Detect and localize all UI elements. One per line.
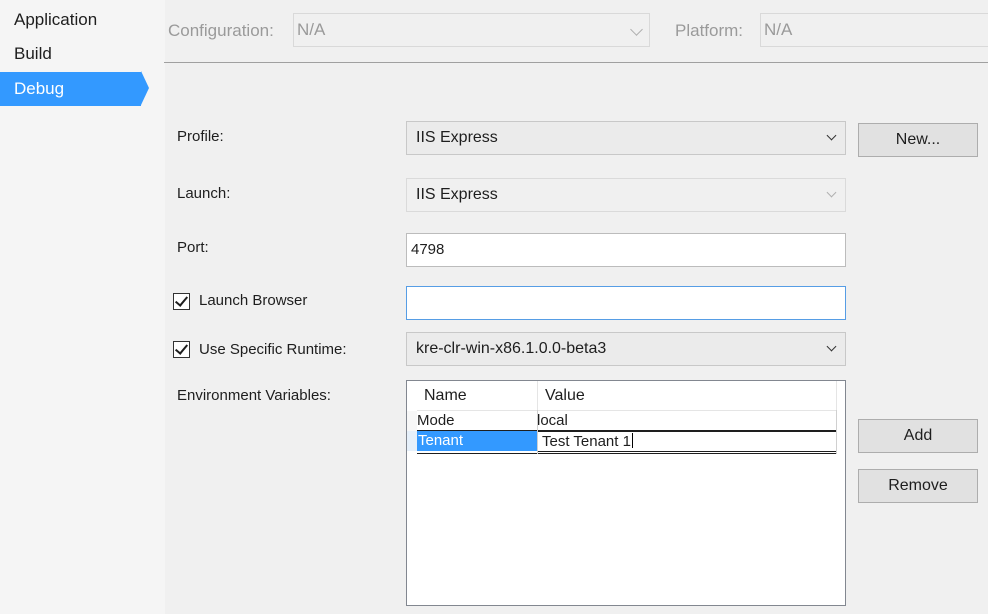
column-separator[interactable]	[836, 381, 837, 410]
row-header[interactable]	[407, 431, 417, 451]
port-label: Port:	[177, 239, 209, 256]
platform-dropdown[interactable]: N/A	[760, 13, 988, 47]
launch-browser-checkbox[interactable]	[173, 293, 190, 310]
row-header[interactable]	[407, 411, 417, 431]
cell-value-editor[interactable]: Test Tenant 1	[537, 431, 837, 452]
port-input[interactable]: 4798	[406, 233, 846, 267]
column-header-name[interactable]: Name	[417, 381, 537, 410]
settings-nav: Application Build Debug	[0, 0, 165, 614]
active-indicator-arrow	[141, 71, 149, 105]
row-divider	[417, 453, 837, 454]
cell-value-text: Test Tenant 1	[542, 433, 631, 450]
add-variable-button[interactable]: Add	[858, 419, 978, 453]
new-profile-button[interactable]: New...	[858, 123, 978, 157]
grid-header: Name Value	[417, 381, 837, 411]
checkmark-icon	[174, 341, 189, 355]
launch-value: IIS Express	[416, 186, 498, 203]
cell-name[interactable]: Tenant	[417, 431, 537, 451]
configuration-bar: Configuration: N/A Platform: N/A	[164, 0, 988, 63]
configuration-dropdown[interactable]: N/A	[293, 13, 650, 47]
platform-label: Platform:	[675, 21, 744, 40]
remove-variable-button[interactable]: Remove	[858, 469, 978, 503]
checkmark-icon	[174, 293, 189, 307]
chevron-down-icon	[826, 341, 837, 352]
chevron-down-icon	[630, 23, 643, 36]
launch-dropdown[interactable]: IIS Express	[406, 178, 846, 212]
table-row[interactable]: Mode local	[407, 411, 845, 431]
nav-item-build[interactable]: Build	[0, 37, 141, 71]
runtime-dropdown[interactable]: kre-clr-win-x86.1.0.0-beta3	[406, 332, 846, 366]
profile-label: Profile:	[177, 128, 224, 145]
launch-browser-url-input[interactable]	[406, 286, 846, 320]
configuration-value: N/A	[297, 20, 326, 39]
profile-dropdown[interactable]: IIS Express	[406, 121, 846, 155]
configuration-label: Configuration:	[168, 21, 274, 40]
use-specific-runtime-label[interactable]: Use Specific Runtime:	[199, 341, 347, 358]
environment-variables-grid[interactable]: Name Value Mode local Tenant Test Tenant…	[406, 380, 846, 606]
column-gridline	[537, 410, 538, 454]
nav-item-debug[interactable]: Debug	[0, 72, 141, 106]
column-header-value[interactable]: Value	[538, 381, 837, 410]
platform-value: N/A	[764, 20, 793, 39]
cell-value[interactable]: local	[537, 411, 837, 431]
table-row-selected[interactable]: Tenant Test Tenant 1	[407, 431, 845, 452]
chevron-down-icon	[826, 187, 837, 198]
use-specific-runtime-checkbox[interactable]	[173, 341, 190, 358]
launch-label: Launch:	[177, 185, 231, 202]
column-gridline	[836, 410, 837, 454]
profile-value: IIS Express	[416, 129, 498, 146]
launch-browser-label[interactable]: Launch Browser	[199, 292, 307, 309]
environment-variables-label: Environment Variables:	[177, 387, 331, 404]
cell-name[interactable]: Mode	[417, 411, 537, 431]
chevron-down-icon	[826, 130, 837, 141]
nav-item-application[interactable]: Application	[0, 3, 141, 37]
runtime-value: kre-clr-win-x86.1.0.0-beta3	[416, 340, 607, 357]
text-caret	[631, 433, 633, 448]
